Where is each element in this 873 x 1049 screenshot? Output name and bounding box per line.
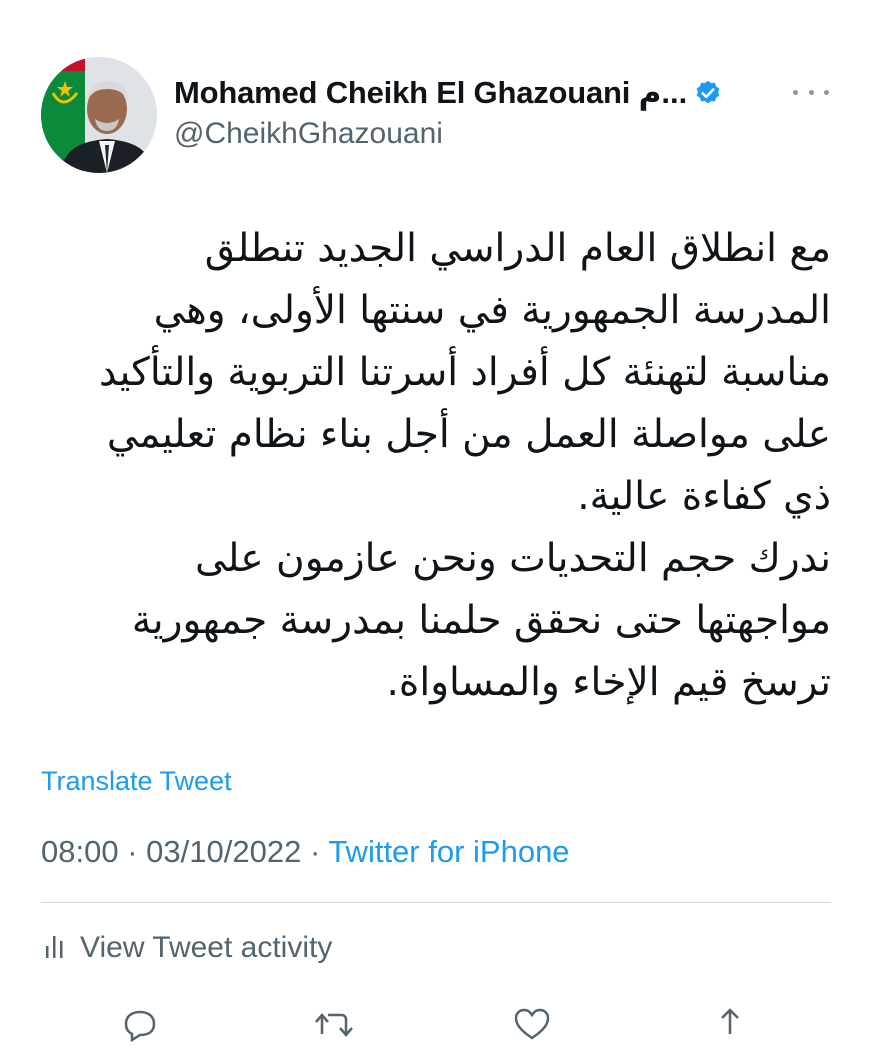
tweet-text-line: المدرسة الجمهورية في سنتها الأولى، وهي [153,288,831,333]
tweet-text-line: مناسبة لتهنئة كل أفراد أسرتنا التربوية و… [99,350,831,395]
meta-separator: · [309,834,321,869]
tweet-meta: 08:00 · 03/10/2022 · Twitter for iPhone [41,834,570,870]
tweet-action-bar [0,1004,873,1044]
tweet-date[interactable]: 03/10/2022 [146,834,301,869]
profile-photo-icon [41,57,157,173]
meta-separator: · [127,834,138,869]
translate-tweet-link[interactable]: Translate Tweet [41,766,232,797]
author-name-row: Mohamed Cheikh El Ghazouani م... [174,70,722,116]
bar-chart-icon [44,932,66,965]
retweet-icon[interactable] [312,1004,356,1049]
tweet-text: مع انطلاق العام الدراسي الجديد تنطلق الم… [40,218,831,714]
view-tweet-activity-button[interactable]: View Tweet activity [44,928,332,968]
activity-label: View Tweet activity [80,931,333,964]
tweet-time[interactable]: 08:00 [41,834,119,869]
reply-icon[interactable] [120,1004,160,1049]
tweet-text-line: ذي كفاءة عالية. [577,474,831,519]
more-icon[interactable] [793,78,829,106]
author-avatar[interactable] [41,57,157,173]
tweet-text-line: مواجهتها حتى نحقق حلمنا بمدرسة جمهورية [131,598,831,643]
divider [41,902,831,903]
tweet-text-line: ترسخ قيم الإخاء والمساواة. [386,660,831,705]
share-icon[interactable] [710,1004,750,1049]
tweet-text-line: مع انطلاق العام الدراسي الجديد تنطلق [204,226,831,271]
tweet-source-link[interactable]: Twitter for iPhone [328,834,569,869]
heart-icon[interactable] [512,1004,552,1049]
tweet-text-line: ندرك حجم التحديات ونحن عازمون على [194,536,831,581]
author-name[interactable]: Mohamed Cheikh El Ghazouani م... [174,75,687,111]
tweet-text-line: على مواصلة العمل من أجل بناء نظام تعليمي [106,412,831,457]
author-handle[interactable]: @CheikhGhazouani [174,117,443,151]
verified-badge-icon [694,79,722,107]
